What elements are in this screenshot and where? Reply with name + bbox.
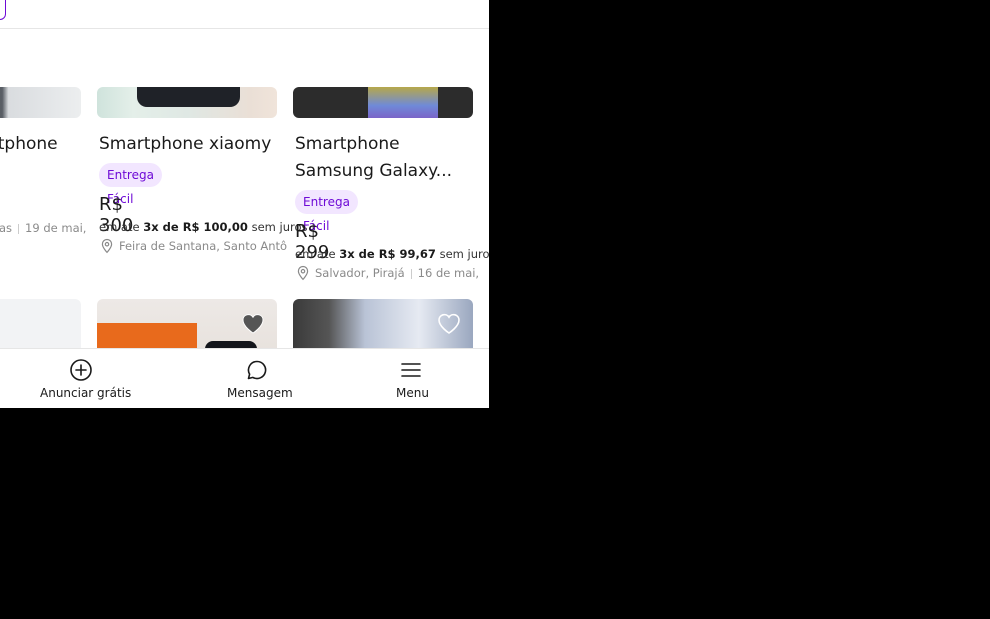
nav-menu[interactable]: Menu — [385, 349, 437, 408]
entrega-facil-badge: Entrega Fácil — [295, 190, 358, 233]
nav-mensagem[interactable]: Mensagem — [215, 349, 299, 408]
listing-image-1[interactable] — [0, 87, 81, 118]
listing-date-3: 16 de mai, — [417, 266, 480, 280]
listing-meta-1: as 19 de mai, — [0, 221, 86, 235]
installment-amount: 3x de R$ 100,00 — [143, 220, 248, 234]
plus-circle-icon — [70, 359, 92, 381]
bottom-navigation: Anunciar grátis Mensagem Menu — [0, 348, 489, 408]
listing-location-3: Salvador, Pirajá 16 de mai, — [315, 266, 479, 280]
listing-title-3-line2: Samsung Galaxy... — [295, 161, 453, 181]
installment-prefix: em ate — [99, 220, 140, 234]
entrega-facil-badge: Entrega Fácil — [99, 163, 162, 206]
listing-location-2: Feira de Santana, Santo Antô — [119, 239, 288, 253]
location-pin-icon — [297, 265, 309, 281]
installment-suffix: sem juros — [439, 247, 489, 261]
location-pin-icon — [101, 238, 113, 254]
chat-bubble-icon — [247, 360, 267, 380]
nav-label-menu: Menu — [396, 386, 429, 400]
installment-info-3: em ate 3x de R$ 99,67 sem juros — [295, 247, 489, 261]
nav-label-mensagem: Mensagem — [227, 386, 293, 400]
favorite-heart-icon[interactable] — [436, 311, 462, 335]
nav-anunciar-gratis[interactable]: Anunciar grátis — [30, 349, 132, 408]
installment-amount: 3x de R$ 99,67 — [339, 247, 436, 261]
phone-shape — [137, 87, 240, 107]
listing-title-3-line1: Smartphone — [295, 134, 400, 154]
nav-label-anunciar: Anunciar grátis — [40, 386, 132, 400]
meta-separator — [410, 268, 412, 279]
listing-title-2[interactable]: Smartphone xiaomy — [99, 131, 271, 158]
search-field-edge[interactable] — [0, 0, 6, 20]
listing-title-3[interactable]: Smartphone Samsung Galaxy... — [295, 131, 452, 185]
installment-info-2: em ate 3x de R$ 100,00 sem juros — [99, 220, 308, 234]
favorite-heart-icon[interactable] — [240, 311, 266, 335]
listing-date-1: 19 de mai, — [25, 221, 87, 235]
installment-prefix: em ate — [295, 247, 336, 261]
top-bar — [0, 0, 489, 29]
listing-image-3[interactable] — [293, 87, 473, 118]
listing-title-1[interactable]: Smartphone — [0, 131, 58, 158]
meta-separator — [18, 223, 20, 234]
phone-screen-shape — [368, 87, 438, 118]
mobile-viewport: Smartphone as 19 de mai, Smartphone xiaom… — [0, 0, 489, 408]
listing-image-2[interactable] — [97, 87, 277, 118]
listing-location-text-3: Salvador, Pirajá — [315, 266, 405, 280]
hamburger-menu-icon — [401, 363, 421, 377]
listing-meta-prefix-1: as — [0, 221, 13, 235]
